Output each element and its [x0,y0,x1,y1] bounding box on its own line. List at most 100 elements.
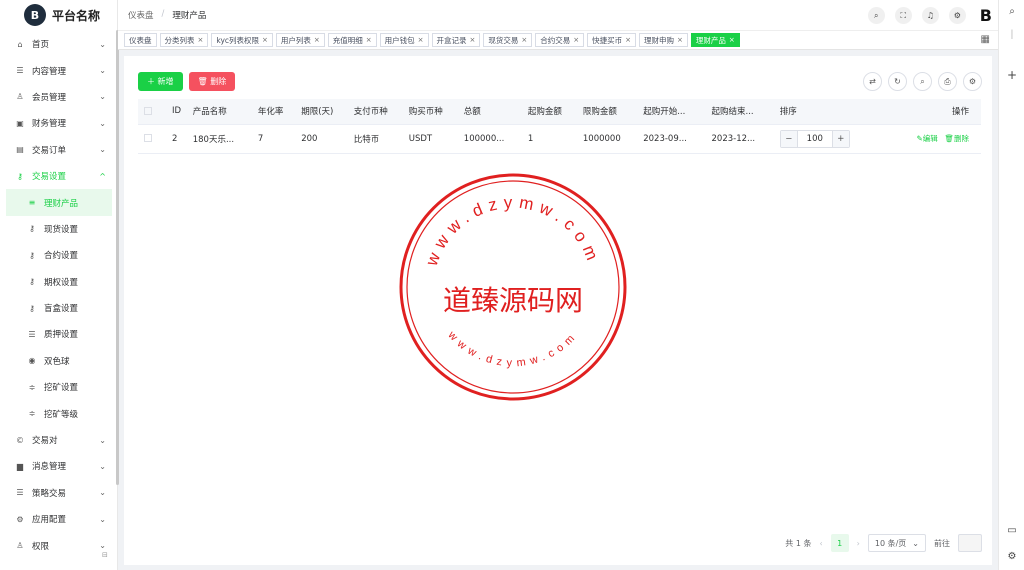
sidebar-item[interactable]: ♙ 权限 ⌄ [0,532,118,558]
sidebar-item[interactable]: ▣ 财务管理 ⌄ [0,110,118,136]
sidebar-item[interactable]: ▤ 交易订单 ⌄ [0,137,118,163]
tab-label: 理财产品 [695,35,726,45]
tab[interactable]: 仪表盘 [124,33,157,47]
logo[interactable]: B 平台名称 [0,0,117,30]
sidebar-item-label: 策略交易 [32,488,67,499]
search-icon[interactable]: ⌕ [913,72,932,91]
sidebar-item[interactable]: ◉ 双色球 [0,348,118,374]
sidebar-item[interactable]: ♙ 会员管理 ⌄ [0,84,118,110]
search-icon[interactable]: ⌕ [999,6,1024,17]
sidebar-item[interactable]: ⚷ 现货设置 [0,216,118,242]
cell-actions: ✎编辑 🗑删除 [878,124,981,154]
close-icon[interactable]: × [677,36,683,44]
add-icon[interactable]: + [999,68,1024,82]
close-icon[interactable]: × [470,36,476,44]
sidebar-item[interactable]: ≑ 挖矿等级 [0,400,118,426]
refresh-icon[interactable]: ↻ [888,72,907,91]
add-button[interactable]: ＋ 新增 [138,72,183,91]
close-icon[interactable]: × [573,36,579,44]
increment-button[interactable]: + [832,130,849,147]
tab[interactable]: kyc列表权限 × [211,33,273,47]
sidebar-item[interactable]: ⌂ 首页 ⌄ [0,31,118,57]
tab[interactable]: 分类列表 × [159,33,209,47]
sidebar-scrollbar[interactable] [116,30,119,485]
page-number[interactable]: 1 [830,534,849,552]
app-title: 平台名称 [52,8,101,23]
column-header: 期限(天) [295,99,348,125]
close-icon[interactable]: × [625,36,631,44]
page-size-value: 10 条/页 [874,538,907,548]
close-icon[interactable]: × [366,36,372,44]
pagination: 共 1 条 ‹ 1 › 10 条/页 ⌄ 前往 [785,534,982,552]
print-icon[interactable]: ⎙ [938,72,957,91]
collapse-icon[interactable]: ⊟ [102,551,108,559]
settings-icon[interactable]: ⚙ [963,72,982,91]
decrement-button[interactable]: − [780,130,797,147]
select-all-header[interactable] [138,99,166,125]
select-all-checkbox[interactable] [144,106,152,115]
sidebar-item-label: 交易对 [32,436,58,447]
cell-end: 2023-12... [705,124,774,154]
rail-scroll[interactable]: │ [999,30,1024,39]
sidebar-item[interactable]: ☰ 内容管理 ⌄ [0,57,118,83]
close-icon[interactable]: × [314,36,320,44]
sidebar-item[interactable]: ≑ 挖矿设置 [0,374,118,400]
sidebar-item[interactable]: ⚙ 应用配置 ⌄ [0,506,118,532]
tab[interactable]: 快捷买币 × [587,33,637,47]
chevron-up-icon: ^ [99,171,106,181]
sidebar-item[interactable]: © 交易对 ⌄ [0,427,118,453]
tab[interactable]: 用户钱包 × [379,33,429,47]
header-tools: ⌕ ⛶ ♫ ⚙ B [867,6,992,25]
breadcrumb-item[interactable]: 仪表盘 [128,9,154,21]
tab[interactable]: 合约交易 × [535,33,585,47]
gear-icon[interactable]: ⚙ [999,551,1024,562]
sort-value[interactable]: 100 [796,130,833,147]
close-icon[interactable]: × [521,36,527,44]
sidebar-item[interactable]: ⚷ 期权设置 [0,269,118,295]
search-icon[interactable]: ⌕ [867,7,885,24]
tab-label: 仪表盘 [129,35,152,45]
tab[interactable]: 充值明细 × [327,33,377,47]
row-checkbox[interactable] [144,134,152,142]
sidebar-item[interactable]: ⚷ 盲盒设置 [0,295,118,321]
tab[interactable]: 理财产品 × [690,33,740,47]
close-icon[interactable]: × [418,36,424,44]
fullscreen-icon[interactable]: ⛶ [894,7,912,24]
close-icon[interactable]: × [262,36,268,44]
close-icon[interactable]: × [198,36,204,44]
sidebar-item-label: 财务管理 [32,119,67,130]
close-icon[interactable]: × [729,36,735,44]
sidebar-item[interactable]: ☰ 策略交易 ⌄ [0,480,118,506]
logo-icon: B [24,4,46,26]
sidebar-item[interactable]: ▆ 消息管理 ⌄ [0,453,118,479]
tab[interactable]: 用户列表 × [275,33,325,47]
settings-icon[interactable]: ⚙ [948,7,966,24]
next-page-button[interactable]: › [857,539,860,548]
grid-icon[interactable]: ▦ [981,34,990,45]
sidebar-item[interactable]: ≡ 理财产品 [6,189,112,216]
prev-page-button[interactable]: ‹ [819,539,822,548]
message-icon: ▆ [16,461,24,471]
table-row[interactable]: 2 180天乐... 7 200 比特币 USDT 100000... 1 10… [138,124,981,154]
sidebar-item[interactable]: ⚷ 交易设置 ^ [0,163,118,189]
sidebar-item-label: 现货设置 [44,224,79,235]
monitor-icon[interactable]: ▭ [999,525,1024,536]
delete-button[interactable]: 🗑 删除 [188,72,236,91]
bell-icon[interactable]: ♫ [921,7,939,24]
sidebar-item-label: 权限 [32,541,50,552]
tab[interactable]: 开盒记录 × [431,33,481,47]
sort-stepper[interactable]: − 100 + [779,129,850,148]
delete-link[interactable]: 🗑删除 [944,134,969,143]
header: 仪表盘 / 理财产品 ⌕ ⛶ ♫ ⚙ B [118,0,998,30]
sidebar-item[interactable]: ⚷ 合约设置 [0,242,118,268]
tab[interactable]: 理财申购 × [639,33,688,47]
user-avatar[interactable]: B [980,6,992,25]
page-size-select[interactable]: 10 条/页 ⌄ [867,534,926,552]
sidebar-item[interactable]: ☰ 质押设置 [0,321,118,347]
swap-icon[interactable]: ⇄ [863,72,882,91]
sidebar-item-label: 交易设置 [32,172,67,183]
edit-link[interactable]: ✎编辑 [916,134,937,143]
tabs-bar: 仪表盘 分类列表 × kyc列表权限 × 用户列表 × 充值明细 × 用户钱包 × 开盒记录 × 现货交易… [118,30,998,50]
goto-input[interactable] [958,534,982,552]
tab[interactable]: 现货交易 × [483,33,533,47]
